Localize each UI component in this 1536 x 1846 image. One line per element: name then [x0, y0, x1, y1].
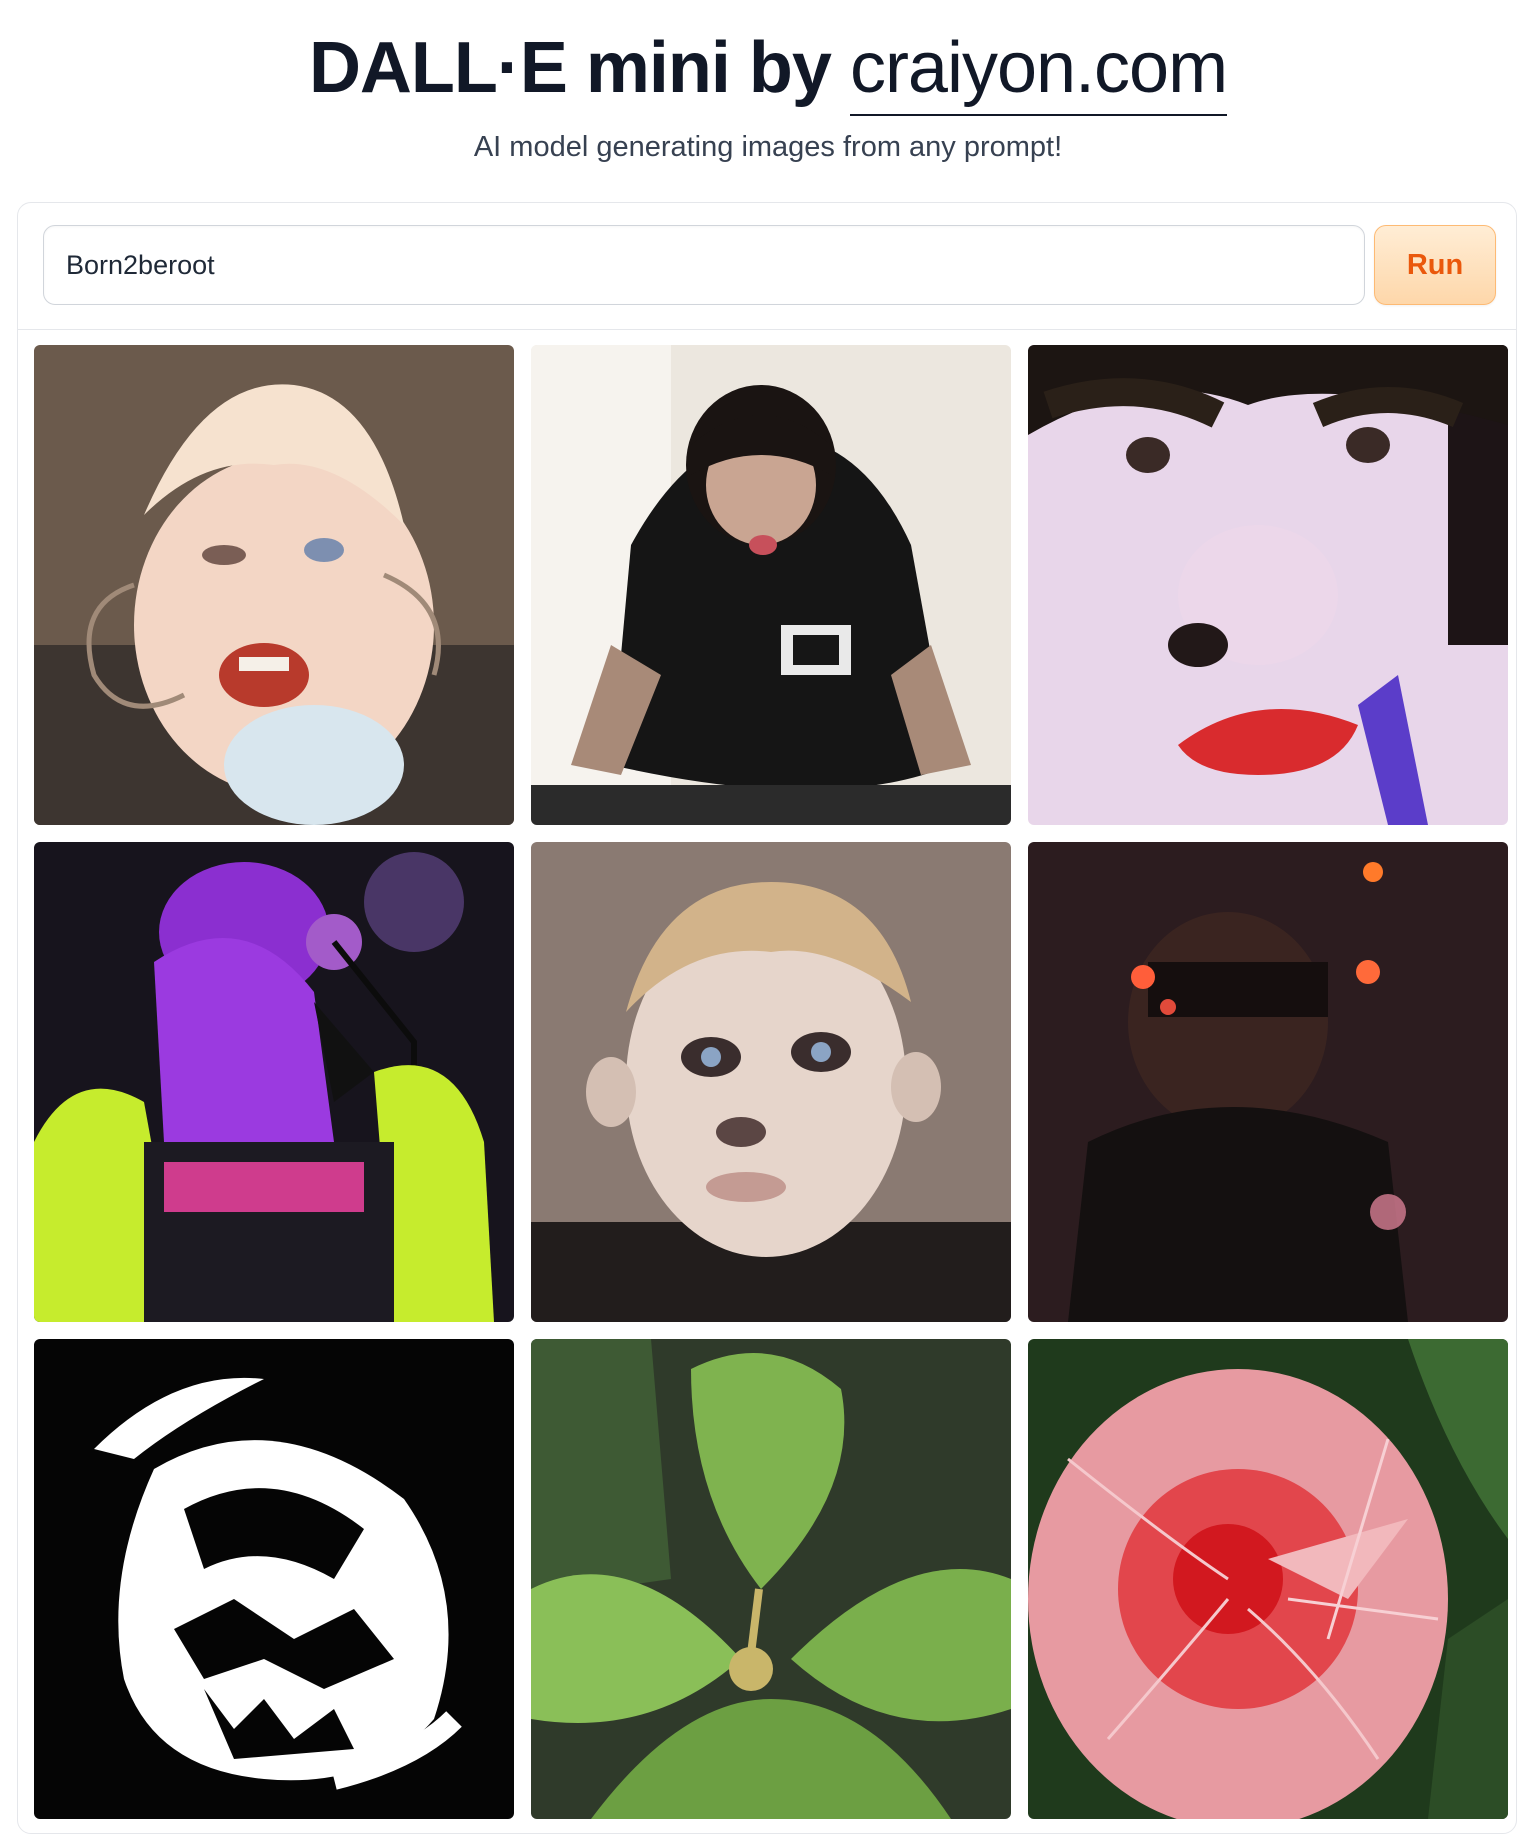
generated-image-1[interactable] — [34, 345, 514, 825]
generated-image-8[interactable] — [531, 1339, 1011, 1819]
generated-image-7-art — [34, 1339, 514, 1819]
title-main: DALL·E mini by — [308, 28, 850, 108]
generated-image-9-art — [1028, 1339, 1508, 1819]
brand-link[interactable]: craiyon.com — [849, 28, 1228, 116]
prompt-input[interactable] — [43, 225, 1365, 305]
generated-image-3-art — [1028, 345, 1508, 825]
generated-image-1-art — [34, 345, 514, 825]
generated-image-9[interactable] — [1028, 1339, 1508, 1819]
generated-image-4-art — [34, 842, 514, 1322]
generator-card: Run — [17, 202, 1517, 1834]
generated-image-6[interactable] — [1028, 842, 1508, 1322]
generated-image-7[interactable] — [34, 1339, 514, 1819]
generated-image-6-art — [1028, 842, 1508, 1322]
generated-image-5[interactable] — [531, 842, 1011, 1322]
generated-image-4[interactable] — [34, 842, 514, 1322]
run-button[interactable]: Run — [1374, 225, 1496, 305]
page-subtitle: AI model generating images from any prom… — [473, 131, 1063, 163]
page-title: DALL·E mini by craiyon.com — [0, 28, 1536, 116]
generated-image-3[interactable] — [1028, 345, 1508, 825]
generated-image-2-art — [531, 345, 1011, 825]
generated-image-5-art — [531, 842, 1011, 1322]
prompt-toolbar: Run — [18, 203, 1516, 330]
generated-image-2[interactable] — [531, 345, 1011, 825]
generated-image-8-art — [531, 1339, 1011, 1819]
